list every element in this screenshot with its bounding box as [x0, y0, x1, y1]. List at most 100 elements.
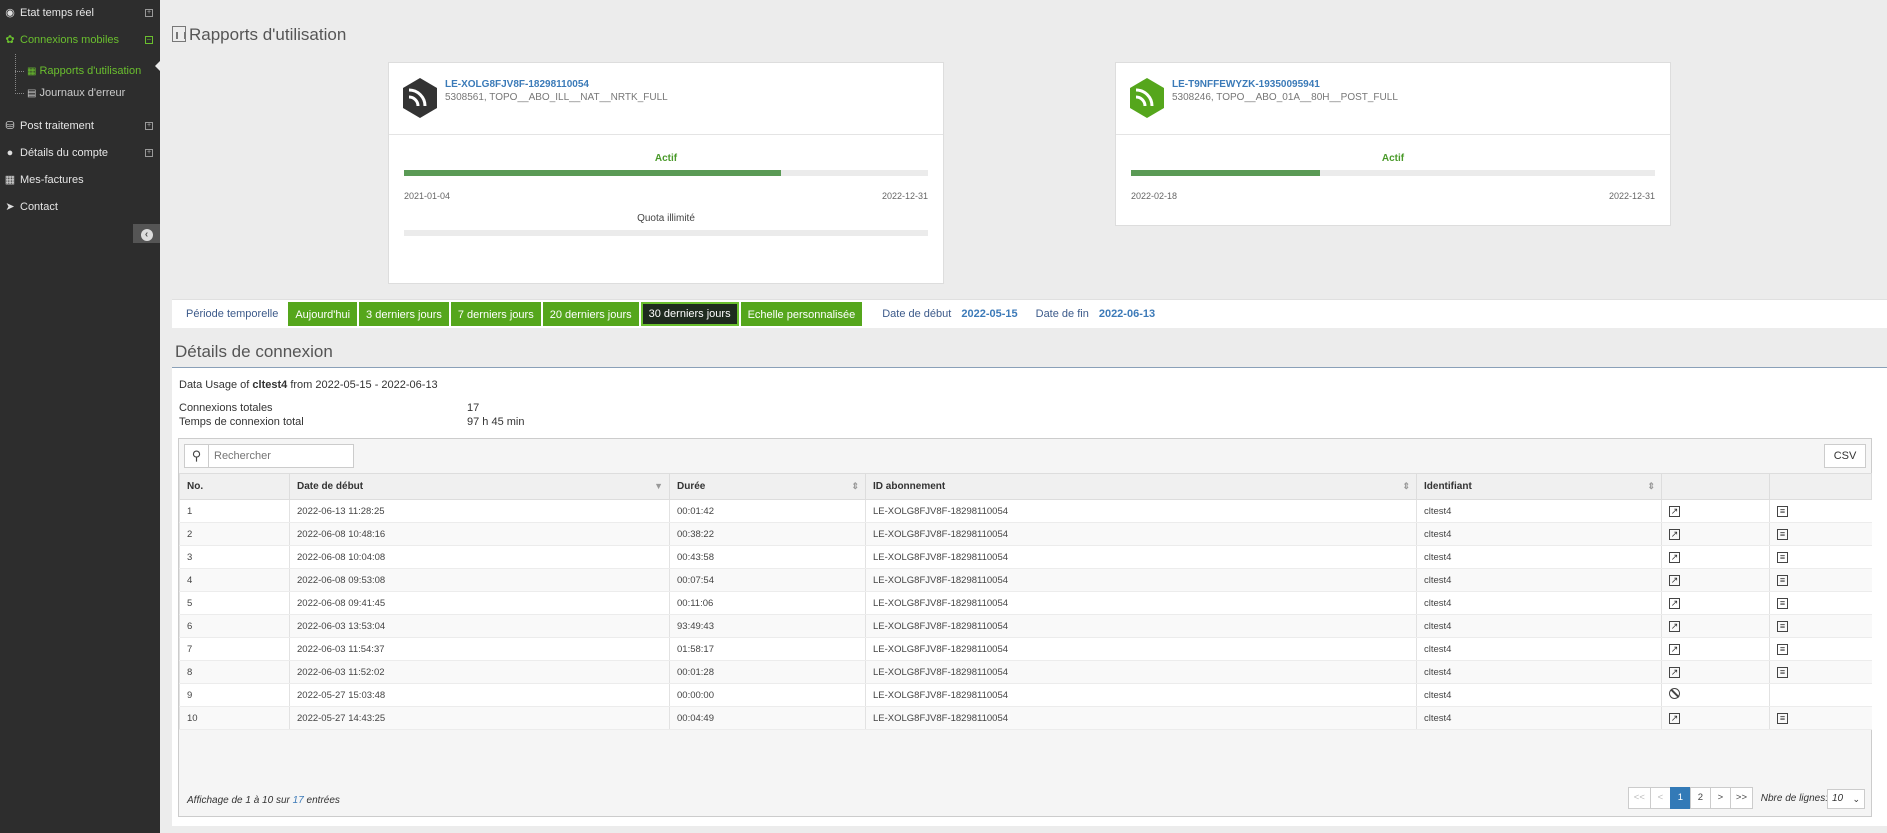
next-page-button[interactable]: > — [1709, 787, 1731, 809]
sidebar-collapse-button[interactable]: ‹ — [133, 224, 160, 243]
row-no: 10 — [179, 706, 290, 730]
expand-icon[interactable]: + — [145, 149, 153, 157]
section-title: Détails de connexion — [175, 342, 333, 361]
row-subscription-id: LE-XOLG8FJV8F-18298110054 — [865, 637, 1417, 661]
row-identifier: cltest4 — [1416, 683, 1662, 707]
nav-etat-temps-reel[interactable]: ◉ Etat temps réel + — [0, 0, 160, 27]
row-action-cell: ↗ — [1661, 522, 1770, 546]
page-1-button[interactable]: 1 — [1669, 787, 1691, 809]
nav-post-traitement[interactable]: ⛁ Post traitement + — [0, 113, 160, 140]
table-row[interactable]: 4 2022-06-08 09:53:08 00:07:54 LE-XOLG8FJV8… — [179, 568, 1872, 592]
expand-icon[interactable]: + — [145, 122, 153, 130]
usage-suffix: from 2022-05-15 - 2022-06-13 — [290, 379, 438, 391]
table-row[interactable]: 8 2022-06-03 11:52:02 00:01:28 LE-XOLG8FJV8… — [179, 660, 1872, 684]
filter-30-days-button[interactable]: 30 derniers jours — [640, 302, 739, 326]
search-input[interactable] — [214, 447, 349, 465]
open-external-icon[interactable]: ↗ — [1669, 597, 1680, 609]
card-subscription-id[interactable]: LE-XOLG8FJV8F-18298110054 — [445, 79, 589, 90]
report-icon[interactable]: ≡ — [1777, 597, 1788, 609]
nav-journaux-erreur[interactable]: ▤ Journaux d'erreur — [15, 82, 125, 104]
page-title-text: Rapports d'utilisation — [189, 25, 347, 44]
card-progress-fill — [404, 170, 782, 176]
subnav-label: Journaux d'erreur — [39, 87, 126, 99]
row-start-date: 2022-06-08 09:41:45 — [289, 591, 670, 615]
table-row[interactable]: 7 2022-06-03 11:54:37 01:58:17 LE-XOLG8FJV8… — [179, 637, 1872, 661]
page-2-button[interactable]: 2 — [1689, 787, 1711, 809]
row-subscription-id: LE-XOLG8FJV8F-18298110054 — [865, 706, 1417, 730]
prev-page-button[interactable]: < — [1649, 787, 1671, 809]
open-external-icon[interactable]: ↗ — [1669, 528, 1680, 540]
nav-connexions-mobiles[interactable]: ✿ Connexions mobiles – — [0, 27, 160, 54]
csv-export-button[interactable]: CSV — [1824, 444, 1866, 468]
open-external-icon[interactable]: ↗ — [1669, 712, 1680, 724]
table-row[interactable]: 2 2022-06-08 10:48:16 00:38:22 LE-XOLG8FJV8… — [179, 522, 1872, 546]
report-icon[interactable]: ≡ — [1777, 643, 1788, 655]
card-start-date: 2022-02-18 — [1131, 191, 1178, 201]
report-icon[interactable]: ≡ — [1777, 505, 1788, 517]
filter-20-days-button[interactable]: 20 derniers jours — [542, 302, 639, 326]
filter-today-button[interactable]: Aujourd'hui — [288, 302, 358, 326]
report-icon[interactable]: ≡ — [1777, 551, 1788, 563]
card-quota: Quota illimité — [637, 213, 695, 224]
subscription-card: LE-XOLG8FJV8F-18298110054 5308561, TOPO_… — [388, 62, 944, 284]
column-header-start-date[interactable]: Date de début ▼ — [289, 473, 670, 500]
last-page-button[interactable]: >> — [1729, 787, 1753, 809]
usage-summary: Data Usage of cltest4 from 2022-05-15 - … — [179, 379, 438, 391]
table-row[interactable]: 9 2022-05-27 15:03:48 00:00:00 LE-XOLG8FJV8… — [179, 683, 1872, 707]
report-icon[interactable]: ≡ — [1777, 712, 1788, 724]
row-no: 5 — [179, 591, 290, 615]
report-icon[interactable]: ≡ — [1777, 666, 1788, 678]
expand-icon[interactable]: + — [145, 9, 153, 17]
card-subscription-id[interactable]: LE-T9NFFEWYZK-19350095941 — [1172, 79, 1320, 90]
open-external-icon[interactable]: ↗ — [1669, 643, 1680, 655]
card-start-date: 2021-01-04 — [404, 191, 451, 201]
nav-details-compte[interactable]: ● Détails du compte + — [0, 140, 160, 167]
column-header-identifier[interactable]: Identifiant ⇕ — [1416, 473, 1662, 500]
open-external-icon[interactable]: ↗ — [1669, 551, 1680, 563]
table-row[interactable]: 1 2022-06-13 11:28:25 00:01:42 LE-XOLG8FJV8… — [179, 499, 1872, 523]
filter-3-days-button[interactable]: 3 derniers jours — [359, 302, 449, 326]
column-header-subscription-id[interactable]: ID abonnement ⇕ — [865, 473, 1417, 500]
location-pin-icon: ◉ — [5, 7, 15, 19]
nav-mes-factures[interactable]: ▦ Mes-factures — [0, 167, 160, 194]
total-connections-value: 17 — [467, 402, 480, 414]
open-external-icon[interactable]: ↗ — [1669, 574, 1680, 586]
open-external-icon[interactable]: ↗ — [1669, 666, 1680, 678]
rows-per-page-select[interactable]: 10 ⌄ — [1827, 789, 1865, 809]
report-icon[interactable]: ≡ — [1777, 574, 1788, 586]
usage-user: cltest4 — [252, 379, 288, 391]
subscription-logo-icon — [1130, 78, 1164, 118]
column-header-label: Date de début — [297, 481, 364, 492]
card-progress-bar — [404, 170, 928, 176]
filter-custom-button[interactable]: Echelle personnalisée — [740, 302, 863, 326]
filter-7-days-button[interactable]: 7 derniers jours — [450, 302, 541, 326]
collapse-icon[interactable]: – — [145, 36, 153, 44]
row-identifier: cltest4 — [1416, 499, 1662, 523]
end-date-value[interactable]: 2022-06-13 — [1099, 308, 1155, 320]
card-dates: 2022-02-18 2022-12-31 — [1131, 191, 1655, 201]
nav-rapports-utilisation[interactable]: ▦ Rapports d'utilisation — [15, 60, 141, 82]
report-icon[interactable]: ≡ — [1777, 620, 1788, 632]
report-icon[interactable]: ≡ — [1777, 528, 1788, 540]
table-row[interactable]: 10 2022-05-27 14:43:25 00:04:49 LE-XOLG8FJV… — [179, 706, 1872, 730]
row-start-date: 2022-06-08 09:53:08 — [289, 568, 670, 592]
row-start-date: 2022-06-08 10:04:08 — [289, 545, 670, 569]
start-date-value[interactable]: 2022-05-15 — [961, 308, 1017, 320]
table-row[interactable]: 5 2022-06-08 09:41:45 00:11:06 LE-XOLG8FJV8… — [179, 591, 1872, 615]
nav-contact[interactable]: ➤ Contact — [0, 194, 160, 221]
table-row[interactable]: 6 2022-06-03 13:53:04 93:49:43 LE-XOLG8FJV8… — [179, 614, 1872, 638]
row-report-cell: ≡ — [1769, 568, 1872, 592]
column-header-no[interactable]: No. — [179, 473, 290, 500]
first-page-button[interactable]: << — [1627, 787, 1651, 809]
row-identifier: cltest4 — [1416, 545, 1662, 569]
open-external-icon[interactable]: ↗ — [1669, 620, 1680, 632]
row-no: 2 — [179, 522, 290, 546]
row-duration: 00:00:00 — [669, 683, 866, 707]
column-header-duration[interactable]: Durée ⇕ — [669, 473, 866, 500]
row-identifier: cltest4 — [1416, 660, 1662, 684]
open-external-icon[interactable]: ↗ — [1669, 505, 1680, 517]
table-row[interactable]: 3 2022-06-08 10:04:08 00:43:58 LE-XOLG8FJV8… — [179, 545, 1872, 569]
row-report-cell — [1769, 683, 1872, 707]
period-label: Période temporelle — [186, 308, 279, 320]
table-header-row: No. Date de début ▼ Durée ⇕ ID abonnement ⇕… — [179, 473, 1872, 500]
